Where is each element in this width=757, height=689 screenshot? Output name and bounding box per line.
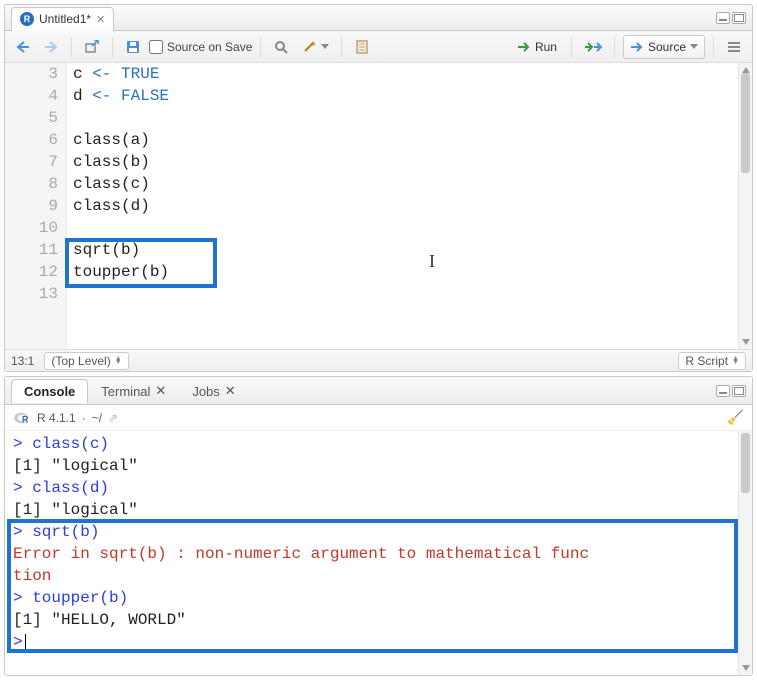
editor-status-bar: 13:1 (Top Level) ▲▼ R Script ▲▼	[5, 349, 752, 371]
editor-tab[interactable]: R Untitled1* ✕	[11, 7, 114, 31]
console-pane: Console Terminal ✕ Jobs ✕ R R 4.1.1 · ~/ ⇗…	[4, 376, 753, 676]
run-button[interactable]: Run	[511, 35, 563, 59]
scrollbar-thumb[interactable]	[741, 73, 750, 173]
minimize-pane-icon[interactable]	[716, 12, 730, 24]
editor-scrollbar[interactable]	[738, 63, 752, 349]
close-icon[interactable]: ✕	[225, 383, 236, 399]
line-number: 5	[13, 107, 58, 129]
line-number: 8	[13, 173, 58, 195]
editor-tab-title: Untitled1*	[39, 12, 91, 26]
console-sep: ·	[82, 411, 86, 425]
source-on-save-input[interactable]	[149, 40, 163, 54]
go-to-dir-icon[interactable]: ⇗	[108, 411, 118, 425]
save-button[interactable]	[121, 35, 145, 59]
close-icon[interactable]: ✕	[155, 383, 166, 399]
scope-label: (Top Level)	[51, 354, 110, 368]
console-tab-bar: Console Terminal ✕ Jobs ✕	[5, 377, 752, 405]
line-number: 11	[13, 239, 58, 261]
working-dir: ~/	[92, 411, 102, 425]
scrollbar-thumb[interactable]	[741, 433, 750, 493]
maximize-pane-icon[interactable]	[732, 12, 746, 24]
run-arrow-icon	[517, 41, 531, 53]
line-number: 3	[13, 63, 58, 85]
console-info-bar: R R 4.1.1 · ~/ ⇗ 🧹	[5, 405, 752, 431]
console-output[interactable]: > class(c)[1] "logical"> class(d)[1] "lo…	[5, 431, 752, 675]
source-on-save-label: Source on Save	[167, 40, 252, 54]
editor-toolbar: Source on Save Run Source	[5, 31, 752, 63]
code-editor[interactable]: 3 4 5 6 7 8 9 10 11 12 13 c <- TRUEd <- …	[5, 63, 752, 349]
source-on-save-checkbox[interactable]: Source on Save	[149, 40, 252, 54]
source-label: Source	[648, 40, 686, 54]
line-number: 13	[13, 283, 58, 305]
code-area[interactable]: c <- TRUEd <- FALSE class(a)class(b)clas…	[67, 63, 752, 349]
minimize-pane-icon[interactable]	[716, 385, 730, 397]
rerun-button[interactable]	[580, 35, 606, 59]
find-button[interactable]	[269, 35, 293, 59]
filetype-label: R Script	[685, 354, 728, 368]
r-version: R 4.1.1	[37, 411, 76, 425]
tab-terminal-label: Terminal	[101, 384, 150, 399]
line-number: 12	[13, 261, 58, 283]
close-icon[interactable]: ✕	[96, 13, 105, 26]
filetype-selector[interactable]: R Script ▲▼	[678, 352, 746, 370]
line-number: 10	[13, 217, 58, 239]
line-number: 6	[13, 129, 58, 151]
tab-jobs[interactable]: Jobs ✕	[179, 378, 248, 403]
svg-text:R: R	[22, 414, 29, 424]
tab-jobs-label: Jobs	[192, 384, 219, 399]
forward-button[interactable]	[39, 35, 63, 59]
editor-tab-bar: R Untitled1* ✕	[5, 5, 752, 31]
tab-console[interactable]: Console	[11, 379, 88, 403]
tab-console-label: Console	[24, 384, 75, 399]
r-file-icon: R	[20, 12, 34, 26]
line-gutter: 3 4 5 6 7 8 9 10 11 12 13	[5, 63, 67, 349]
popout-button[interactable]	[80, 35, 104, 59]
line-number: 4	[13, 85, 58, 107]
line-number: 9	[13, 195, 58, 217]
outline-button[interactable]	[722, 35, 746, 59]
cursor-position: 13:1	[11, 354, 34, 368]
run-label: Run	[535, 40, 557, 54]
source-arrow-icon	[630, 41, 644, 53]
tab-terminal[interactable]: Terminal ✕	[88, 378, 179, 403]
line-number: 7	[13, 151, 58, 173]
maximize-pane-icon[interactable]	[732, 385, 746, 397]
back-button[interactable]	[11, 35, 35, 59]
r-logo-icon: R	[13, 411, 31, 425]
editor-pane: R Untitled1* ✕ Source on Save Run	[4, 4, 753, 372]
notebook-button[interactable]	[350, 35, 374, 59]
text-cursor-icon: I	[429, 250, 435, 272]
magic-wand-button[interactable]	[297, 35, 333, 59]
clear-console-icon[interactable]: 🧹	[727, 409, 744, 426]
scope-selector[interactable]: (Top Level) ▲▼	[44, 352, 128, 370]
source-button[interactable]: Source	[623, 35, 705, 59]
console-scrollbar[interactable]	[738, 431, 752, 675]
